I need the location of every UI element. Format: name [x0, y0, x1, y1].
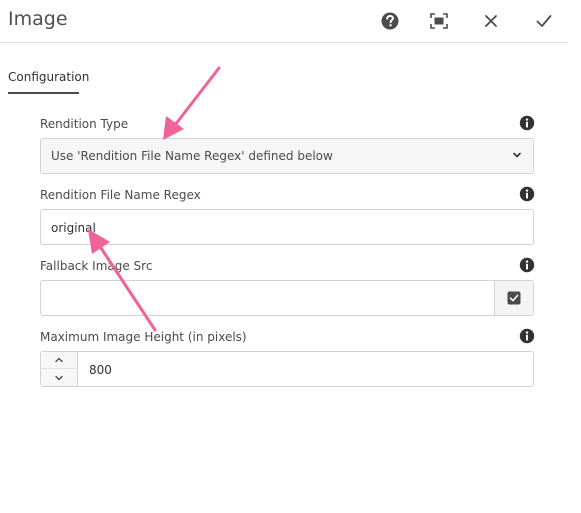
increment-button[interactable]: [41, 352, 77, 369]
decrement-button[interactable]: [41, 369, 77, 386]
fallback-src-label: Fallback Image Src: [40, 259, 153, 273]
done-checkmark-icon[interactable]: [532, 9, 556, 33]
info-icon[interactable]: [519, 328, 535, 344]
info-icon[interactable]: [519, 115, 535, 131]
fullscreen-icon[interactable]: [427, 9, 451, 33]
dialog-header: Image: [0, 0, 568, 43]
rendition-regex-label: Rendition File Name Regex: [40, 188, 201, 202]
chevron-up-icon: [55, 357, 63, 363]
rendition-regex-input[interactable]: original: [40, 209, 534, 245]
dialog-title: Image: [8, 8, 68, 30]
annotation-arrow-to-rendition-type: [163, 66, 221, 140]
chevron-down-icon: [55, 375, 63, 380]
chevron-down-icon: [513, 152, 521, 158]
max-height-numberfield[interactable]: 800: [40, 351, 534, 387]
path-picker-button[interactable]: [494, 281, 533, 315]
rendition-type-label: Rendition Type: [40, 117, 129, 131]
rendition-type-value: Use 'Rendition File Name Regex' defined …: [51, 149, 333, 163]
info-icon[interactable]: [519, 186, 535, 202]
max-height-value: 800: [89, 363, 112, 377]
tab-list: Configuration: [8, 62, 89, 94]
checkbox-check-icon: [507, 291, 521, 305]
info-icon[interactable]: [519, 257, 535, 273]
help-icon[interactable]: [378, 9, 402, 33]
max-height-label: Maximum Image Height (in pixels): [40, 330, 247, 344]
rendition-regex-value: original: [51, 221, 96, 235]
number-stepper: [41, 352, 78, 386]
close-icon[interactable]: [479, 9, 503, 33]
fallback-src-input[interactable]: [40, 280, 534, 316]
rendition-type-select[interactable]: Use 'Rendition File Name Regex' defined …: [40, 138, 534, 174]
tab-configuration[interactable]: Configuration: [8, 62, 89, 94]
